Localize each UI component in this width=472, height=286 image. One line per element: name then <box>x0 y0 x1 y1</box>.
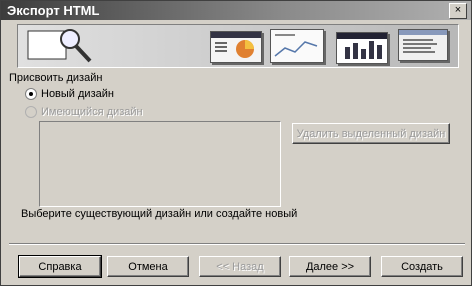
wizard-banner <box>17 24 459 68</box>
new-design-label: Новый дизайн <box>41 88 114 100</box>
text-slide-thumbnail <box>398 29 448 61</box>
pie-chart-slide-thumbnail <box>210 31 262 63</box>
window-title: Экспорт HTML <box>7 3 100 18</box>
create-button[interactable]: Создать <box>381 256 463 277</box>
assign-design-section-title: Присвоить дизайн <box>9 72 103 84</box>
design-list[interactable] <box>39 121 281 207</box>
export-html-dialog: Экспорт HTML × Присвоить дизайн Новый ди… <box>0 0 472 286</box>
existing-design-radio <box>25 106 37 118</box>
line-chart-icon <box>274 34 318 57</box>
bar-chart-slide-thumbnail <box>336 32 388 64</box>
design-hint-text: Выберите существующий дизайн или создайт… <box>21 208 298 220</box>
next-button[interactable]: Далее >> <box>289 256 371 277</box>
help-button[interactable]: Справка <box>18 255 102 278</box>
new-design-radio[interactable] <box>25 88 37 100</box>
existing-design-label: Имеющийся дизайн <box>41 106 143 118</box>
text-page-icon <box>399 30 447 53</box>
bar-chart-icon <box>337 33 387 59</box>
new-design-option[interactable]: Новый дизайн <box>25 88 114 100</box>
chart-slide-thumbnail <box>270 29 324 63</box>
title-bar[interactable]: Экспорт HTML × <box>1 1 471 20</box>
pie-chart-icon <box>211 32 261 58</box>
close-button[interactable]: × <box>449 3 467 19</box>
existing-design-option: Имеющийся дизайн <box>25 106 143 118</box>
back-button[interactable]: << Назад <box>199 256 281 277</box>
cancel-button[interactable]: Отмена <box>107 256 189 277</box>
magnifier-on-page-icon <box>27 29 92 63</box>
footer-separator <box>9 243 465 245</box>
delete-selected-design-button[interactable]: Удалить выделенный дизайн <box>292 123 450 144</box>
